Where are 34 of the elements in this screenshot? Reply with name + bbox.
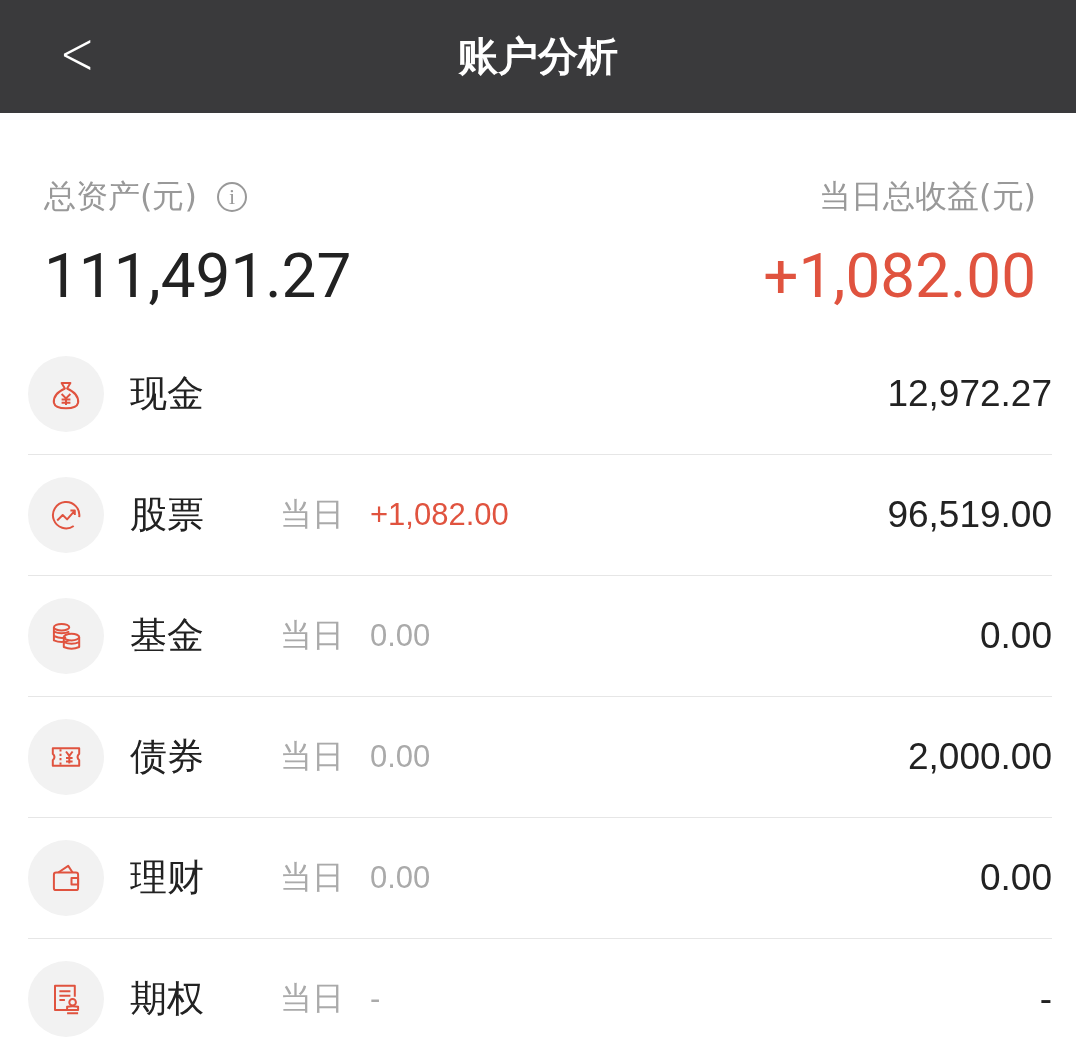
total-assets-value: 111,491.27 xyxy=(44,239,352,312)
account-row[interactable]: 理财 当日 0.00 0.00 xyxy=(28,818,1052,939)
daily-change: - xyxy=(370,981,381,1017)
account-name: 债券 xyxy=(130,734,205,780)
daily-label: 当日 xyxy=(280,615,345,656)
back-button[interactable]: < xyxy=(53,18,101,88)
account-amount: - xyxy=(1039,978,1052,1020)
account-amount: 12,972.27 xyxy=(887,373,1052,415)
daily-profit-label: 当日总收益(元) xyxy=(819,176,1036,217)
daily-profit-value: +1,082.00 xyxy=(763,239,1036,312)
daily-label: 当日 xyxy=(280,857,345,898)
daily-change: 0.00 xyxy=(370,618,431,654)
account-row[interactable]: 期权 当日 - - xyxy=(28,939,1052,1055)
account-amount: 0.00 xyxy=(980,615,1052,657)
account-name: 理财 xyxy=(130,855,205,901)
page-title: 账户分析 xyxy=(458,32,618,81)
account-name: 期权 xyxy=(130,976,205,1022)
daily-change: +1,082.00 xyxy=(370,497,509,533)
account-amount: 2,000.00 xyxy=(907,736,1052,778)
account-name: 现金 xyxy=(130,371,205,417)
account-row[interactable]: 债券 当日 0.00 2,000.00 xyxy=(28,697,1052,818)
account-amount: 96,519.00 xyxy=(887,494,1052,536)
daily-label: 当日 xyxy=(280,494,345,535)
account-row[interactable]: 现金 12,972.27 xyxy=(28,334,1052,455)
account-name: 基金 xyxy=(130,613,205,659)
daily-label: 当日 xyxy=(280,978,345,1019)
daily-change: 0.00 xyxy=(370,739,431,775)
account-row[interactable]: 股票 当日 +1,082.00 96,519.00 xyxy=(28,455,1052,576)
total-assets-label: 总资产(元) xyxy=(44,176,197,217)
account-name: 股票 xyxy=(130,492,205,538)
account-amount: 0.00 xyxy=(980,857,1052,899)
daily-change: 0.00 xyxy=(370,860,431,896)
account-row[interactable]: 基金 当日 0.00 0.00 xyxy=(28,576,1052,697)
daily-label: 当日 xyxy=(280,736,345,777)
